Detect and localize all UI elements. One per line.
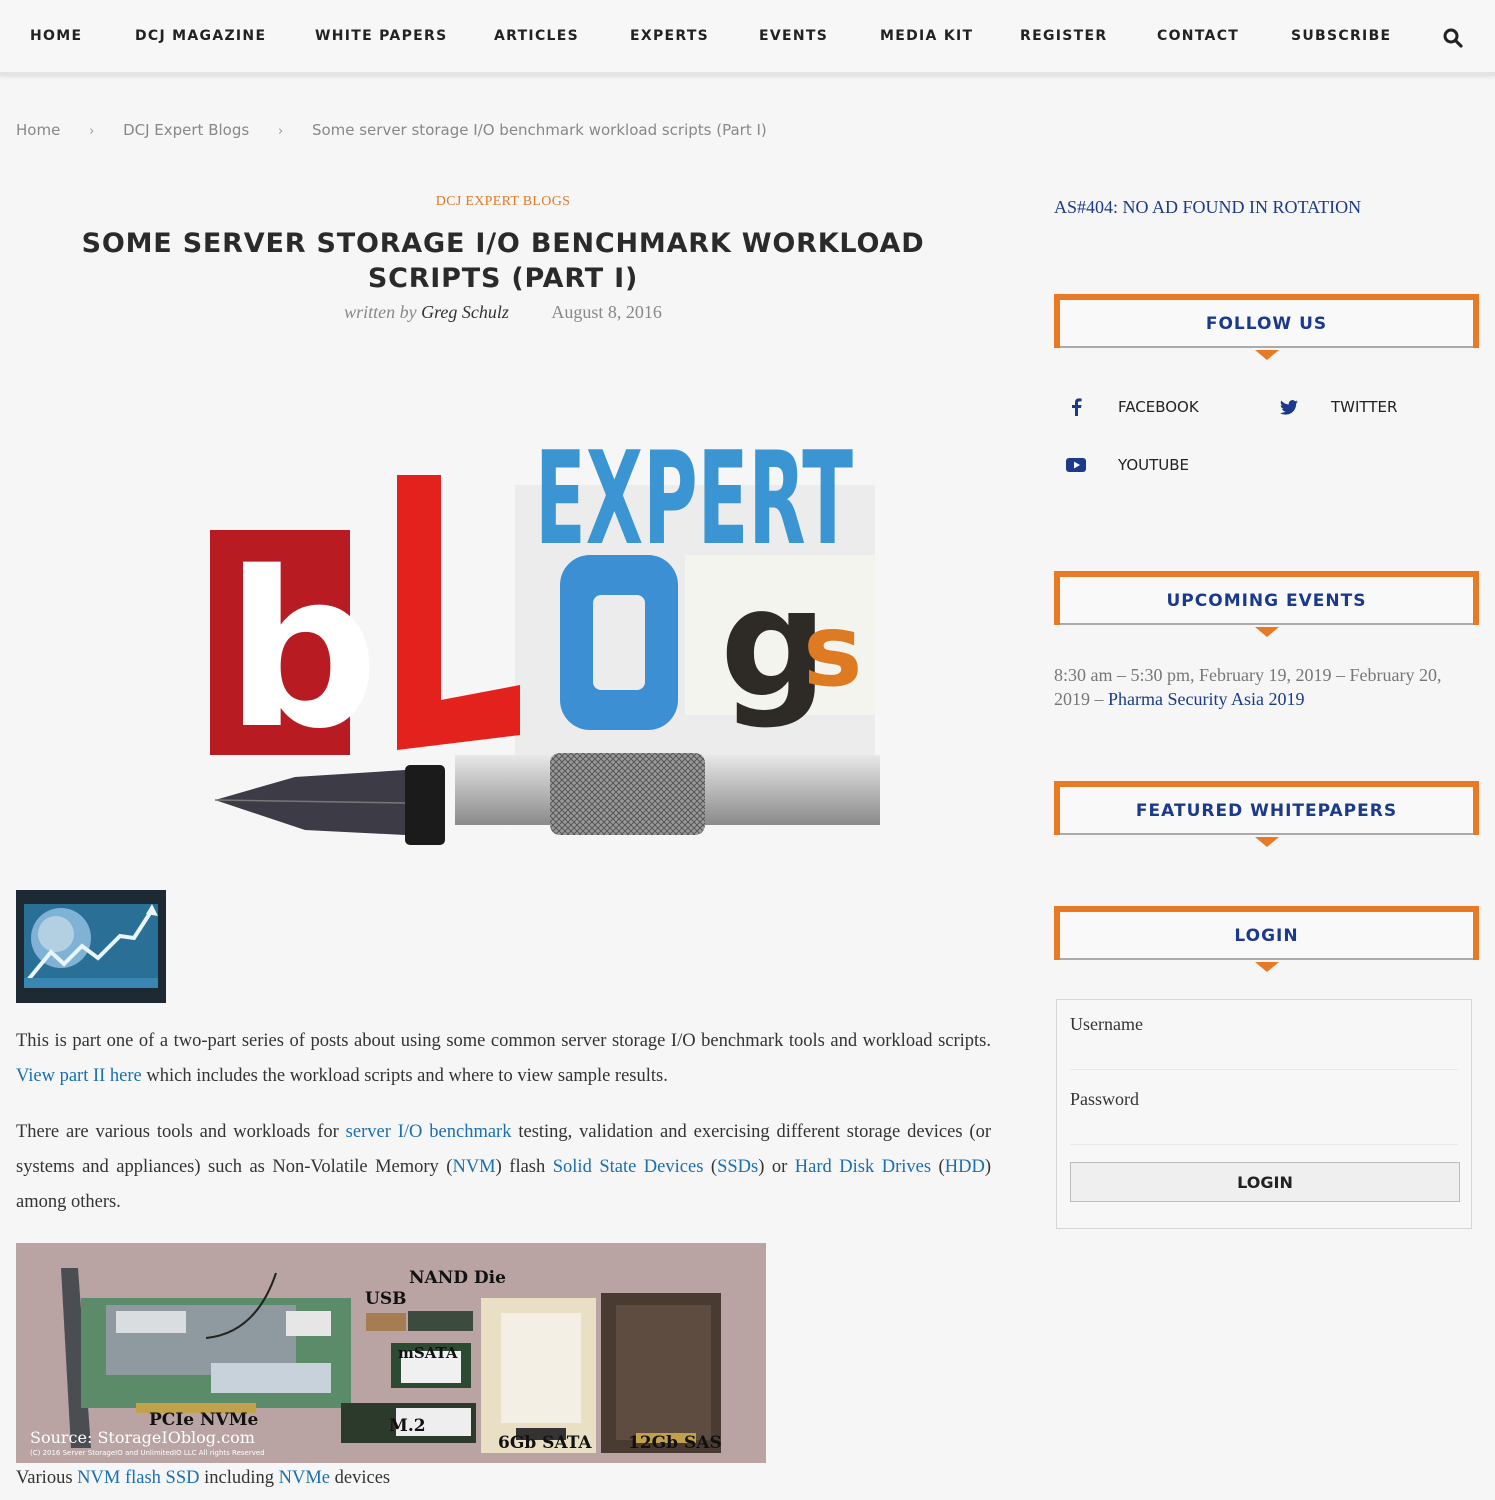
youtube-label: YOUTUBE <box>1118 456 1190 474</box>
nav-contact[interactable]: CONTACT <box>1157 28 1239 44</box>
twitter-label: TWITTER <box>1331 398 1398 416</box>
text: which includes the workload scripts and … <box>141 1066 668 1086</box>
post-byline: written by Greg Schulz August 8, 2016 <box>0 302 1006 323</box>
widget-title: FOLLOW US <box>1205 314 1328 334</box>
hero-letter-b: b <box>225 525 379 776</box>
breadcrumb-separator-icon: › <box>277 124 284 139</box>
nav-media-kit[interactable]: MEDIA KIT <box>880 28 973 44</box>
upcoming-events-widget-header: UPCOMING EVENTS <box>1054 571 1479 637</box>
hero-word-expert: EXPERT <box>535 425 853 574</box>
view-part-ii-link[interactable]: View part II here <box>16 1066 142 1086</box>
image-source-text: Source: StorageIOblog.com <box>30 1428 255 1447</box>
arrow-down-icon <box>1254 627 1279 637</box>
page-title: SOME SERVER STORAGE I/O BENCHMARK WORKLO… <box>81 228 925 294</box>
nav-events[interactable]: EVENTS <box>759 28 828 44</box>
hard-disk-drives-link[interactable]: Hard Disk Drives <box>795 1157 931 1177</box>
label-6gb-sata: 6Gb SATA <box>498 1433 592 1453</box>
server-io-benchmark-link[interactable]: server I/O benchmark <box>346 1122 512 1142</box>
breadcrumb-home[interactable]: Home <box>16 121 60 139</box>
image-copyright-text: (C) 2016 Server StorageIO and UnlimitedI… <box>30 1449 265 1457</box>
login-form: Username Password LOGIN <box>1056 999 1472 1229</box>
username-label: Username <box>1070 1014 1143 1034</box>
facebook-icon <box>1054 398 1098 416</box>
nav-register[interactable]: REGISTER <box>1020 28 1107 44</box>
nav-dcj-magazine[interactable]: DCJ MAGAZINE <box>135 28 266 44</box>
widget-title: LOGIN <box>1234 926 1299 946</box>
search-icon[interactable] <box>1443 28 1463 48</box>
nav-home[interactable]: HOME <box>30 28 82 44</box>
image-caption: Various NVM flash SSD including NVMe dev… <box>16 1468 390 1489</box>
nvm-ssd-devices-image: NAND Die USB mSATA PCIe NVMe M.2 6Gb SAT… <box>16 1243 766 1463</box>
password-field[interactable] <box>1070 1117 1458 1145</box>
pen-grip <box>550 753 705 835</box>
breadcrumb-current: Some server storage I/O benchmark worklo… <box>311 121 767 139</box>
text: There are various tools and workloads fo… <box>16 1122 346 1142</box>
arrow-down-icon <box>1254 350 1279 360</box>
login-button[interactable]: LOGIN <box>1070 1162 1460 1202</box>
text: Various <box>16 1468 78 1488</box>
label-nand-die: NAND Die <box>409 1268 506 1288</box>
nav-white-papers[interactable]: WHITE PAPERS <box>315 28 447 44</box>
twitter-icon <box>1267 399 1311 415</box>
username-field[interactable] <box>1070 1042 1458 1070</box>
password-label: Password <box>1070 1089 1140 1109</box>
nvm-flash-ssd-link[interactable]: NVM flash SSD <box>77 1468 199 1488</box>
nvme-link[interactable]: NVMe <box>279 1468 330 1488</box>
event-link[interactable]: Pharma Security Asia 2019 <box>1108 689 1304 709</box>
text: ( <box>703 1157 718 1177</box>
nav-articles[interactable]: ARTICLES <box>494 28 579 44</box>
ssds-link[interactable]: SSDs <box>717 1157 758 1177</box>
tools-paragraph: There are various tools and workloads fo… <box>16 1115 991 1220</box>
ad-placeholder-text: AS#404: NO AD FOUND IN ROTATION <box>1054 197 1362 217</box>
widget-title: FEATURED WHITEPAPERS <box>1135 801 1398 821</box>
intro-paragraph: This is part one of a two-part series of… <box>16 1024 991 1094</box>
hero-letter-l <box>397 475 520 750</box>
text: including <box>199 1468 279 1488</box>
label-12gb-sas: 12Gb SAS <box>628 1433 722 1453</box>
breadcrumb-category[interactable]: DCJ Expert Blogs <box>123 121 249 139</box>
globe-chart-thumbnail <box>16 890 166 1003</box>
nav-subscribe[interactable]: SUBSCRIBE <box>1291 28 1391 44</box>
arrow-down-icon <box>1254 837 1279 847</box>
youtube-link[interactable]: YOUTUBE <box>1054 456 1189 474</box>
facebook-link[interactable]: FACEBOOK <box>1054 398 1199 416</box>
event-item: 8:30 am – 5:30 pm, February 19, 2019 – F… <box>1054 663 1474 711</box>
arrow-down-icon <box>1254 962 1279 972</box>
text: This is part one of a two-part series of… <box>16 1031 991 1051</box>
follow-us-widget-header: FOLLOW US <box>1054 294 1479 360</box>
login-widget-header: LOGIN <box>1054 906 1479 972</box>
featured-whitepapers-widget-header: FEATURED WHITEPAPERS <box>1054 781 1479 847</box>
nvm-link[interactable]: NVM <box>452 1157 495 1177</box>
text: ( <box>931 1157 945 1177</box>
text: ) or <box>758 1157 795 1177</box>
label-msata: mSATA <box>398 1344 458 1362</box>
written-by-label: written by <box>344 302 417 322</box>
facebook-label: FACEBOOK <box>1118 398 1199 416</box>
widget-title: UPCOMING EVENTS <box>1166 591 1367 611</box>
hdd-link[interactable]: HDD <box>945 1157 985 1177</box>
text: ) flash <box>495 1157 553 1177</box>
label-usb: USB <box>365 1289 406 1309</box>
breadcrumb-separator-icon: › <box>89 124 95 139</box>
hero-letter-s: s <box>803 592 863 709</box>
post-category-link[interactable]: DCJ EXPERT BLOGS <box>0 194 1006 210</box>
text: devices <box>330 1468 391 1488</box>
label-m2: M.2 <box>389 1416 426 1436</box>
youtube-icon <box>1054 458 1098 472</box>
author-link[interactable]: Greg Schulz <box>421 302 509 322</box>
solid-state-devices-link[interactable]: Solid State Devices <box>553 1157 704 1177</box>
post-date: August 8, 2016 <box>551 302 662 322</box>
top-navigation: HOME DCJ MAGAZINE WHITE PAPERS ARTICLES … <box>0 0 1495 76</box>
label-pcie-nvme: PCIe NVMe <box>149 1410 259 1430</box>
twitter-link[interactable]: TWITTER <box>1267 398 1397 416</box>
expert-blogs-hero-image: b EXPERT g s <box>205 405 880 860</box>
nav-experts[interactable]: EXPERTS <box>630 28 709 44</box>
breadcrumb: Home › DCJ Expert Blogs › Some server st… <box>16 121 767 139</box>
